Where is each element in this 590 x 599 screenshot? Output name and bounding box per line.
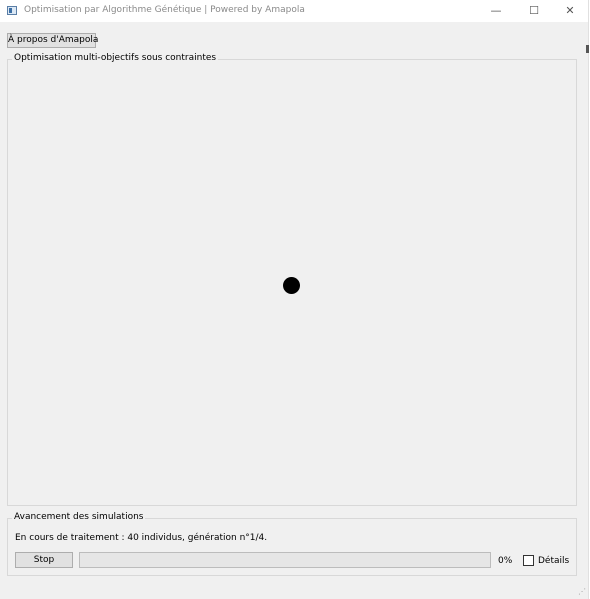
app-icon xyxy=(7,6,17,15)
busy-indicator-icon xyxy=(283,277,300,294)
resize-grip-icon[interactable]: ⋰ xyxy=(578,588,586,596)
processing-status-text: En cours de traitement : 40 individus, g… xyxy=(15,533,268,543)
stop-button[interactable]: Stop xyxy=(15,552,73,568)
progress-percent-text: 0% xyxy=(498,556,513,566)
window-title: Optimisation par Algorithme Génétique | … xyxy=(24,5,305,15)
window-edge-marker xyxy=(586,45,589,53)
close-button[interactable]: ✕ xyxy=(552,0,588,22)
simulation-groupbox-label: Avancement des simulations xyxy=(12,512,146,522)
title-bar[interactable]: Optimisation par Algorithme Génétique | … xyxy=(0,0,588,22)
about-button[interactable]: À propos d'Amapola xyxy=(7,33,98,48)
optimisation-groupbox-label: Optimisation multi-objectifs sous contra… xyxy=(12,53,219,63)
details-checkbox[interactable] xyxy=(523,555,534,566)
minimize-button[interactable]: — xyxy=(478,0,514,22)
simulation-progress-bar xyxy=(79,552,491,568)
app-window: Optimisation par Algorithme Génétique | … xyxy=(0,0,589,599)
details-checkbox-label[interactable]: Détails xyxy=(538,556,569,566)
maximize-button[interactable]: ☐ xyxy=(516,0,552,22)
